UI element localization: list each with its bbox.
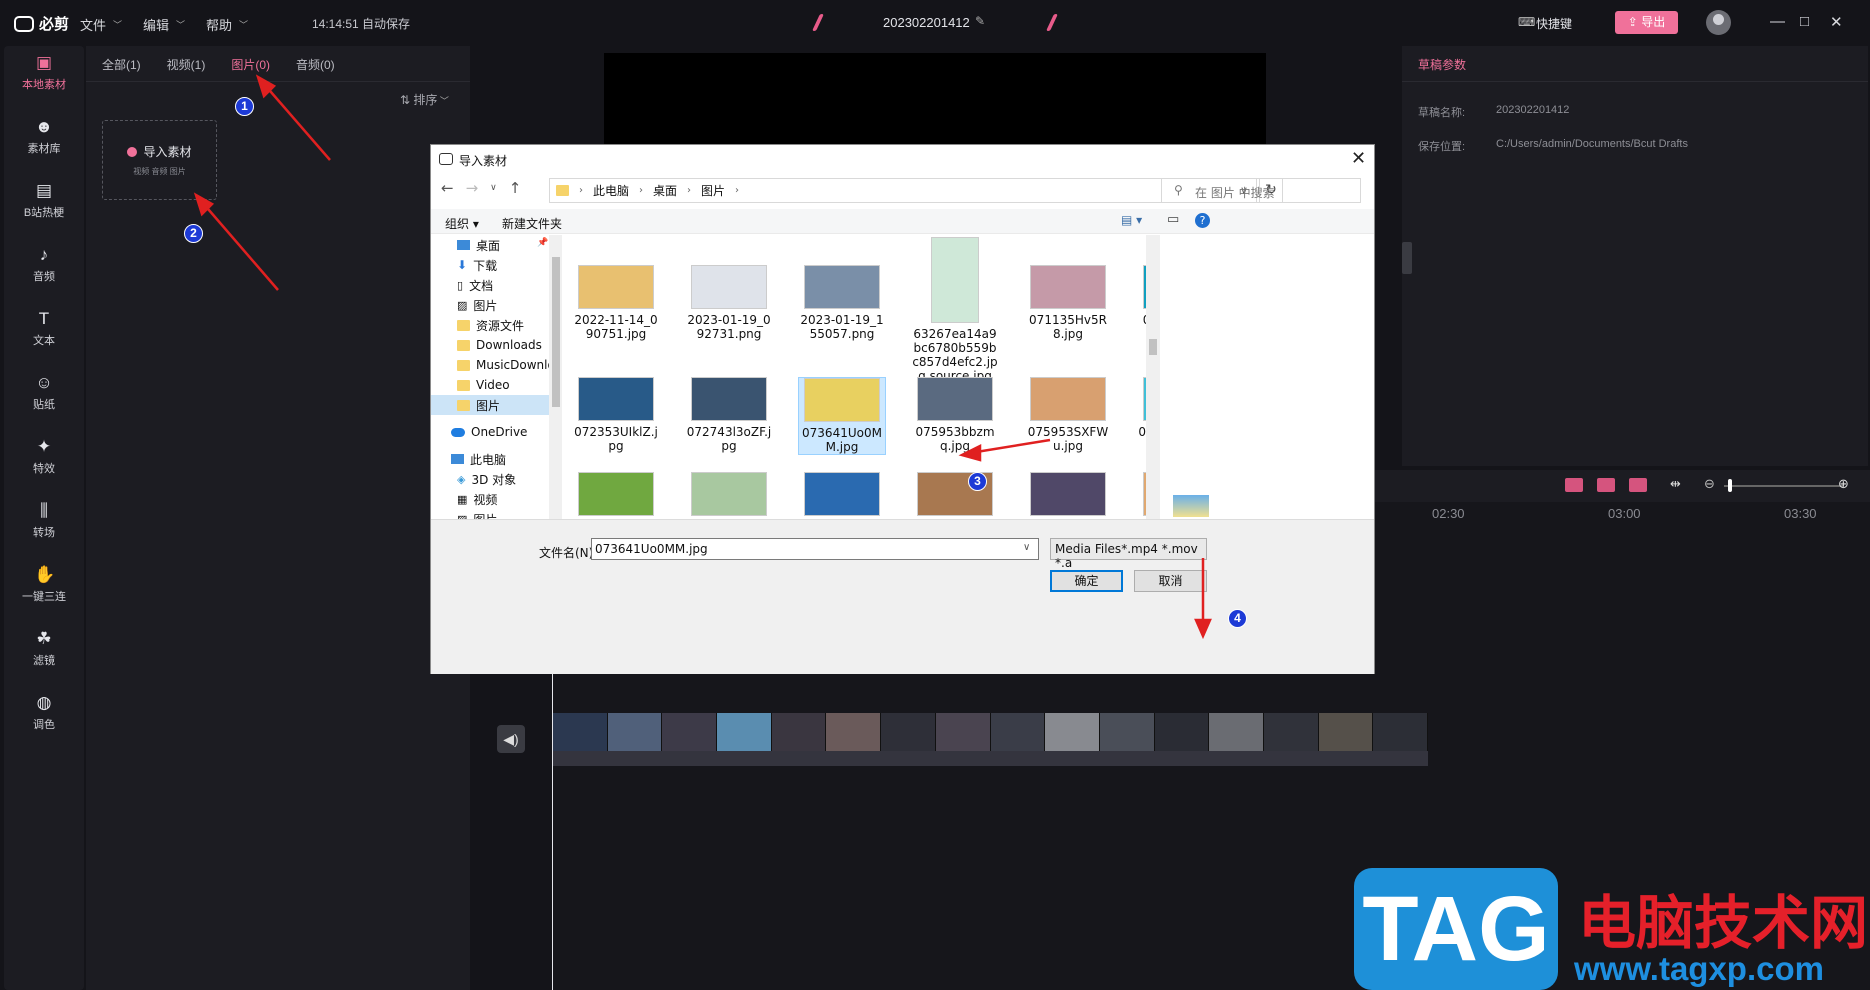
watermark-logo: TAG: [1354, 868, 1558, 990]
annotation-badge: 4: [1228, 609, 1247, 628]
watermark-title: 电脑技术网: [1578, 889, 1869, 957]
watermark-url: www.tagxp.com: [1574, 950, 1824, 987]
annotation-badge: 3: [968, 472, 987, 491]
annotation-arrows: [193, 74, 1212, 640]
annotation-badge: 2: [184, 224, 203, 243]
annotation-badge: 1: [235, 97, 254, 116]
